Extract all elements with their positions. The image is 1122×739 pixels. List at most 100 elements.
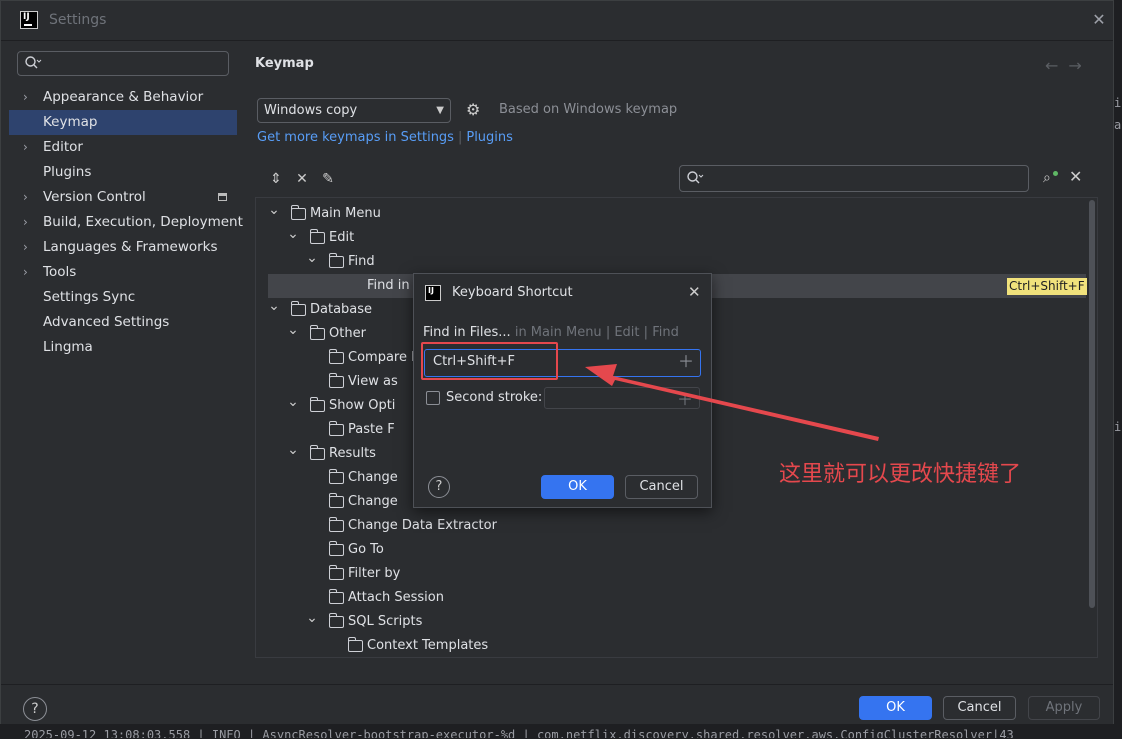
chevron-right-icon[interactable]: ›	[23, 85, 28, 110]
gear-icon[interactable]: ⚙	[466, 101, 484, 119]
dialog-icon-text: IJ	[428, 286, 434, 295]
plus-icon[interactable]: ＋	[678, 350, 694, 374]
chevron-right-icon[interactable]: ›	[23, 185, 28, 210]
folder-icon	[328, 253, 344, 268]
chevron-down-icon[interactable]: ⌄	[268, 294, 280, 318]
title-bar: IJ Settings ✕	[1, 1, 1113, 41]
find-by-shortcut-icon[interactable]: ⌕	[1043, 170, 1061, 188]
tree-row[interactable]: ⌄ Edit	[256, 226, 1097, 250]
search-icon	[25, 56, 42, 69]
settings-window: IJ Settings ✕ › Appearance & Behavior Keym…	[0, 0, 1114, 738]
folder-icon	[309, 397, 325, 412]
based-on-text: Based on Windows keymap	[499, 102, 678, 117]
folder-icon	[328, 565, 344, 580]
sidebar-item-settings-sync[interactable]: Settings Sync	[9, 285, 237, 310]
chevron-down-icon[interactable]: ⌄	[287, 222, 299, 246]
sidebar-item-label: Build, Execution, Deployment	[43, 214, 243, 230]
folder-icon	[328, 469, 344, 484]
tree-row[interactable]: Filter by	[256, 562, 1097, 586]
expand-all-icon[interactable]: ⇕	[267, 171, 285, 187]
dialog-cancel-button[interactable]: Cancel	[625, 475, 698, 499]
tree-row[interactable]: Attach Session	[256, 586, 1097, 610]
tree-row-label: Change	[348, 494, 398, 509]
chevron-right-icon[interactable]: ›	[23, 210, 28, 235]
chevron-down-icon[interactable]: ⌄	[306, 606, 318, 630]
collapse-all-icon[interactable]: ✕	[293, 171, 311, 187]
keymap-links: Get more keymaps in Settings | Plugins	[257, 130, 513, 145]
chevron-right-icon[interactable]: ›	[23, 235, 28, 260]
tree-row[interactable]: Context Templates	[256, 634, 1097, 657]
tree-row-label: Attach Session	[348, 590, 444, 605]
apply-button[interactable]: Apply	[1028, 696, 1100, 720]
edit-icon[interactable]: ✎	[319, 171, 337, 187]
sidebar-item-lingma[interactable]: Lingma	[9, 335, 237, 360]
tree-row[interactable]: ⌄ SQL Scripts	[256, 610, 1097, 634]
app-icon-text: IJ	[23, 12, 30, 22]
sidebar-item-build-execution-deployment[interactable]: › Build, Execution, Deployment	[9, 210, 243, 235]
folder-icon	[309, 229, 325, 244]
tree-row-label: Change Data Extractor	[348, 518, 497, 533]
tree-row[interactable]: Change Data Extractor	[256, 514, 1097, 538]
dialog-ok-button[interactable]: OK	[541, 475, 614, 499]
keymap-select-value: Windows copy	[264, 103, 358, 118]
folder-icon	[309, 325, 325, 340]
path-edit: Edit	[614, 325, 640, 340]
sidebar-item-languages-frameworks[interactable]: › Languages & Frameworks	[9, 235, 237, 260]
sidebar-item-tools[interactable]: › Tools	[9, 260, 237, 285]
path-separator: |	[605, 325, 611, 340]
tree-row-label: Find	[348, 254, 375, 269]
sidebar-item-keymap[interactable]: Keymap	[9, 110, 237, 135]
second-stroke-checkbox[interactable]	[426, 391, 440, 405]
plus-icon[interactable]: ＋	[677, 386, 693, 410]
project-scope-icon	[218, 193, 227, 201]
keymap-search-input[interactable]	[679, 165, 1029, 192]
tree-row[interactable]: ⌄ Find	[256, 250, 1097, 274]
sidebar-item-appearance-behavior[interactable]: › Appearance & Behavior	[9, 85, 237, 110]
folder-icon	[290, 205, 306, 220]
second-stroke-input[interactable]: ＋	[544, 387, 700, 409]
plugins-link[interactable]: Plugins	[466, 130, 513, 145]
tree-row[interactable]: Go To	[256, 538, 1097, 562]
dialog-help-button[interactable]: ?	[428, 476, 450, 498]
footer-divider	[1, 684, 1113, 685]
tree-row-label: Filter by	[348, 566, 401, 581]
folder-icon	[328, 373, 344, 388]
sidebar-item-label: Appearance & Behavior	[43, 89, 204, 105]
page-title: Keymap	[255, 56, 314, 71]
chevron-right-icon[interactable]: ›	[23, 135, 28, 160]
folder-icon	[290, 301, 306, 316]
ok-button[interactable]: OK	[859, 696, 932, 720]
chevron-down-icon[interactable]: ⌄	[287, 390, 299, 414]
sidebar-item-label: Tools	[43, 264, 77, 280]
keymap-select[interactable]: Windows copy ▼	[257, 98, 451, 123]
chevron-down-icon[interactable]: ⌄	[306, 246, 318, 270]
folder-icon	[328, 613, 344, 628]
sidebar-item-plugins[interactable]: Plugins	[9, 160, 237, 185]
help-button[interactable]: ?	[23, 697, 47, 721]
back-forward-arrows[interactable]: ←→	[1045, 56, 1092, 75]
sidebar-item-label: Languages & Frameworks	[43, 239, 218, 255]
tree-row[interactable]: ⌄ Main Menu	[256, 202, 1097, 226]
get-more-keymaps-link[interactable]: Get more keymaps in Settings	[257, 130, 454, 145]
tree-row-label: Change	[348, 470, 398, 485]
chevron-down-icon[interactable]: ⌄	[287, 438, 299, 462]
sidebar-item-advanced-settings[interactable]: Advanced Settings	[9, 310, 237, 335]
link-separator: |	[457, 130, 463, 145]
folder-icon	[328, 589, 344, 604]
sidebar-item-label: Settings Sync	[43, 289, 136, 305]
close-icon[interactable]: ✕	[688, 283, 701, 301]
tree-row-label: Find in	[367, 278, 410, 293]
tree-row-label: Context Templates	[367, 638, 489, 653]
cancel-button[interactable]: Cancel	[943, 696, 1016, 720]
sidebar-item-label: Lingma	[43, 339, 93, 355]
keyboard-shortcut-dialog: IJ Keyboard Shortcut ✕ Find in Files... …	[413, 273, 712, 508]
clear-filter-icon[interactable]: ✕	[1069, 167, 1082, 186]
sidebar-item-version-control[interactable]: › Version Control	[9, 185, 237, 210]
close-icon[interactable]: ✕	[1089, 10, 1109, 30]
settings-search-input[interactable]	[17, 51, 229, 76]
chevron-down-icon[interactable]: ⌄	[287, 318, 299, 342]
chevron-right-icon[interactable]: ›	[23, 260, 28, 285]
chevron-down-icon[interactable]: ⌄	[268, 198, 280, 222]
settings-nav: › Appearance & Behavior Keymap › Editor Plugi…	[9, 85, 243, 360]
sidebar-item-editor[interactable]: › Editor	[9, 135, 237, 160]
